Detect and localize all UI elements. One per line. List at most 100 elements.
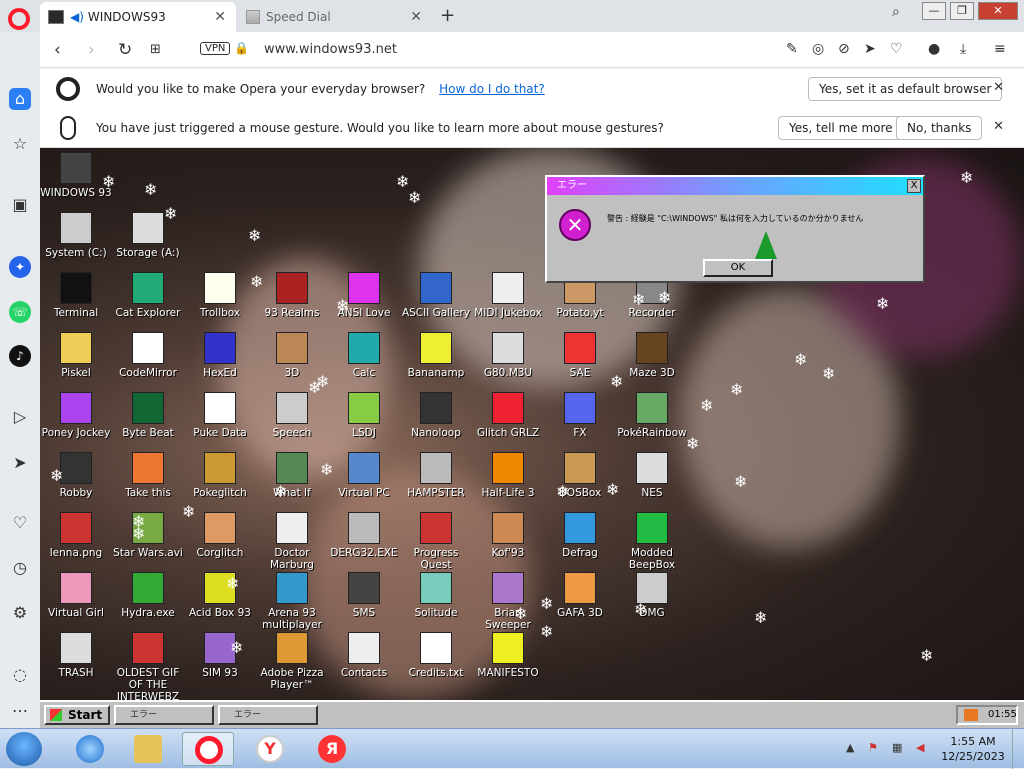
file-explorer-taskbar[interactable] (122, 732, 174, 766)
camera-icon[interactable]: ◎ (812, 41, 824, 57)
desktop-icon[interactable]: DMG (616, 572, 688, 619)
desktop-icon[interactable]: HexEd (184, 332, 256, 379)
desktop-icon[interactable]: Virtual Girl (40, 572, 112, 619)
url-field[interactable]: www.windows93.net (264, 42, 397, 57)
more-ellipsis-icon[interactable]: … (9, 696, 31, 718)
desktop-icon[interactable]: 93 Realms (256, 272, 328, 319)
close-notification-icon[interactable]: ✕ (993, 80, 1004, 95)
desktop-icon[interactable]: Byte Beat (112, 392, 184, 439)
desktop-icon[interactable]: Speech (256, 392, 328, 439)
desktop-icon[interactable]: SIM 93 (184, 632, 256, 679)
desktop-icon[interactable]: Adobe Pizza Player™ (256, 632, 328, 691)
desktop-icon[interactable]: Terminal (40, 272, 112, 319)
tab-windows93[interactable]: ◀) WINDOWS93 ✕ (40, 2, 236, 32)
system-clock[interactable]: 1:55 AM 12/25/2023 (940, 734, 1006, 764)
minimize-icon[interactable]: — (922, 2, 946, 20)
desktop-icon[interactable]: Glitch GRLZ (472, 392, 544, 439)
desktop-icon[interactable]: Pokeglitch (184, 452, 256, 499)
desktop-icon[interactable]: Poney Jockey (40, 392, 112, 439)
vpn-badge[interactable]: VPN (200, 42, 231, 55)
how-do-i-link[interactable]: How do I do that? (439, 82, 545, 96)
desktop-icon[interactable]: Solitude (400, 572, 472, 619)
home-icon[interactable]: ⌂ (9, 88, 31, 110)
desktop-icon[interactable]: PokéRainbow (616, 392, 688, 439)
show-desktop-button[interactable] (1012, 729, 1024, 769)
yandex-taskbar[interactable]: Я (306, 732, 358, 766)
profile-icon[interactable]: ● (928, 41, 940, 57)
internet-explorer-taskbar[interactable] (64, 732, 116, 766)
desktop-icon[interactable]: Brian Sweeper (472, 572, 544, 631)
heart-icon[interactable]: ♡ (9, 512, 31, 534)
desktop-icon[interactable]: TRASH (40, 632, 112, 679)
w93-clock[interactable]: 01:55 (956, 705, 1018, 725)
desktop-icon[interactable]: MANIFESTO (472, 632, 544, 679)
desktop-icon[interactable]: NES (616, 452, 688, 499)
desktop-icon[interactable]: ASCII Gallery (400, 272, 472, 319)
desktop-icon[interactable]: MIDI Jukebox (472, 272, 544, 319)
settings-gear-icon[interactable]: ⚙ (9, 602, 31, 624)
volume-muted-icon[interactable]: ◀ (916, 741, 924, 754)
desktop-icon[interactable]: lenna.png (40, 512, 112, 559)
history-clock-icon[interactable]: ◷ (9, 557, 31, 579)
desktop-icon[interactable]: DERG32.EXE (328, 512, 400, 559)
desktop-icon[interactable]: Hydra.exe (112, 572, 184, 619)
maximize-icon[interactable]: ❐ (950, 2, 974, 20)
error-dialog-title[interactable]: エラー (547, 177, 923, 195)
desktop-icon[interactable]: OLDEST GIF OF THE INTERWEBZ (112, 632, 184, 700)
desktop-icon[interactable]: Modded BeepBox (616, 512, 688, 571)
desktop-icon[interactable]: Piskel (40, 332, 112, 379)
desktop-icon[interactable]: System (C:) (40, 212, 112, 259)
yandex-browser-taskbar[interactable]: Y (244, 732, 296, 766)
desktop-icon[interactable]: FX (544, 392, 616, 439)
close-notification-icon[interactable]: ✕ (993, 119, 1004, 134)
messenger-icon[interactable]: ✦ (9, 256, 31, 278)
close-window-icon[interactable]: ✕ (978, 2, 1018, 20)
shopping-bag-icon[interactable]: ▣ (9, 194, 31, 216)
lock-icon[interactable]: 🔒 (234, 41, 249, 55)
desktop-icon[interactable]: Puke Data (184, 392, 256, 439)
easy-setup-icon[interactable]: ≡ (994, 41, 1006, 57)
desktop-icon[interactable]: Half-Life 3 (472, 452, 544, 499)
desktop-icon[interactable]: Arena 93 multiplayer (256, 572, 328, 631)
speaker-icon[interactable]: ◀) (70, 10, 84, 24)
close-tab-icon[interactable]: ✕ (410, 9, 422, 25)
desktop-icon[interactable]: Take this (112, 452, 184, 499)
desktop-icon[interactable]: Nanoloop (400, 392, 472, 439)
tab-speed-dial[interactable]: Speed Dial ✕ (238, 2, 432, 32)
task-button-error-2[interactable]: エラー (218, 705, 318, 725)
tiktok-icon[interactable]: ♪ (9, 345, 31, 367)
edit-icon[interactable]: ✎ (786, 41, 798, 57)
tell-me-more-button[interactable]: Yes, tell me more (778, 116, 904, 140)
forward-icon[interactable]: › (88, 40, 95, 60)
error-dialog[interactable]: エラー X ✕ 警告 : 経験是 "C:\WINDOWS" 私は何を入力している… (545, 175, 925, 283)
opera-taskbar[interactable] (182, 732, 234, 766)
share-icon[interactable]: ➤ (864, 41, 876, 57)
desktop-icon[interactable]: What If (256, 452, 328, 499)
desktop-icon[interactable]: Bananamp (400, 332, 472, 379)
desktop-icon[interactable]: Acid Box 93 (184, 572, 256, 619)
network-alert-icon[interactable]: ⚑ (868, 741, 878, 754)
desktop-icon[interactable]: GAFA 3D (544, 572, 616, 619)
desktop-icon[interactable]: CodeMirror (112, 332, 184, 379)
network-icon[interactable]: ▦ (892, 741, 902, 754)
search-tabs-icon[interactable]: ⌕ (892, 4, 900, 20)
desktop-icon[interactable]: Trollbox (184, 272, 256, 319)
download-icon[interactable]: ⤓ (960, 41, 966, 57)
desktop-icon[interactable]: Contacts (328, 632, 400, 679)
reload-icon[interactable]: ↻ (118, 40, 132, 60)
back-icon[interactable]: ‹ (54, 40, 61, 60)
close-tab-icon[interactable]: ✕ (214, 9, 226, 25)
desktop-icon[interactable]: SMS (328, 572, 400, 619)
desktop-icon[interactable]: Calc (328, 332, 400, 379)
desktop-icon[interactable]: Cat Explorer (112, 272, 184, 319)
speed-dial-star-icon[interactable]: ☆ (9, 133, 31, 155)
desktop-icon[interactable]: LSDJ (328, 392, 400, 439)
bookmark-heart-icon[interactable]: ♡ (890, 41, 903, 57)
desktop-icon[interactable]: Kof'93 (472, 512, 544, 559)
adblock-icon[interactable]: ⊘ (838, 41, 850, 57)
opera-logo-icon[interactable] (8, 8, 30, 30)
w93-start-button[interactable]: Start (44, 705, 110, 725)
desktop-icon[interactable]: Virtual PC (328, 452, 400, 499)
desktop-icon[interactable]: Defrag (544, 512, 616, 559)
desktop-icon[interactable]: Credits.txt (400, 632, 472, 679)
